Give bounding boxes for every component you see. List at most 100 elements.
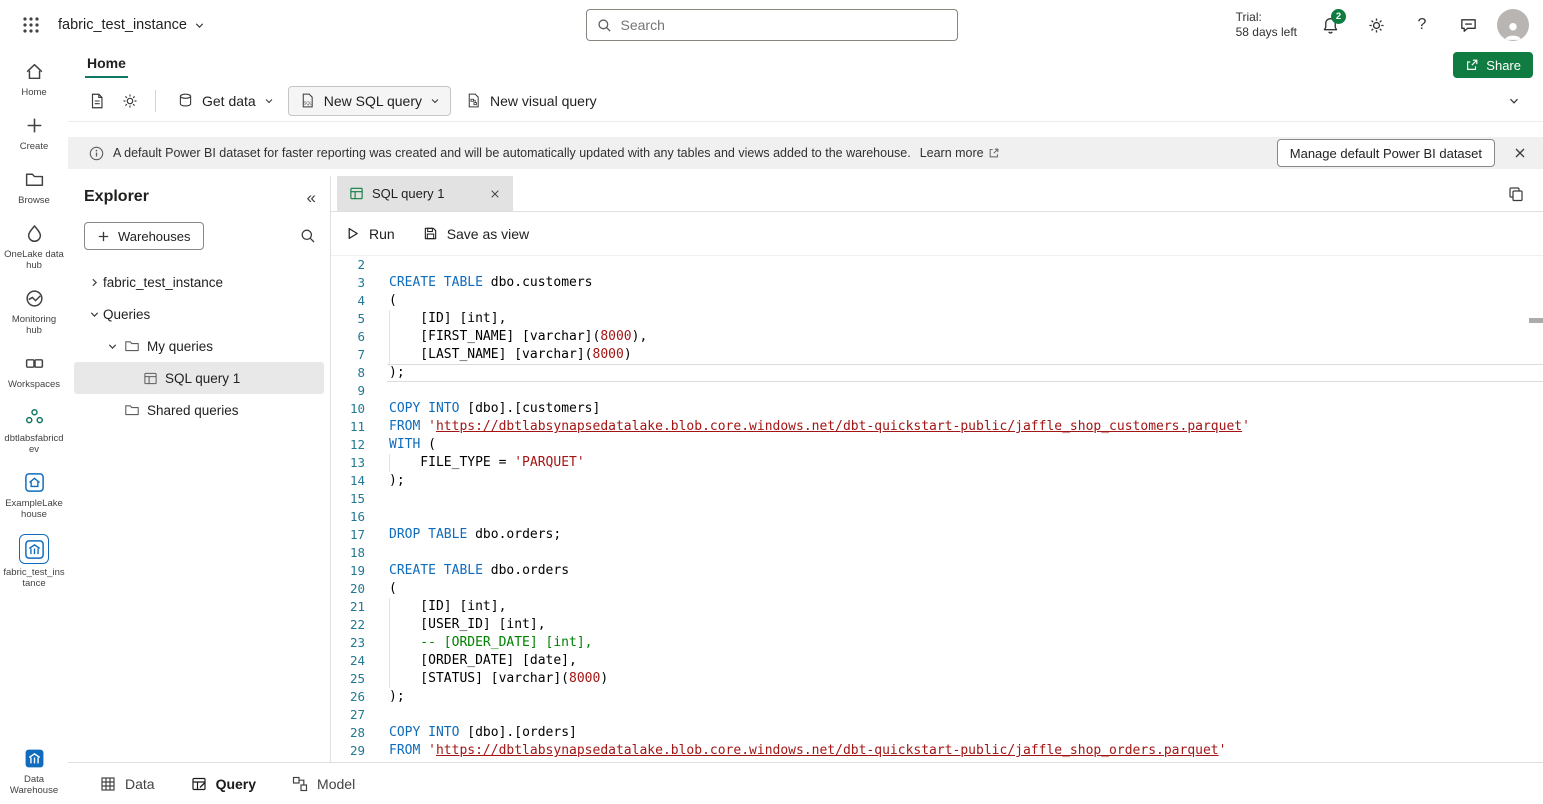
tree-item-queries[interactable]: Queries xyxy=(74,298,324,330)
rail-item-workspaces[interactable]: Workspaces xyxy=(1,350,67,390)
new-report-button[interactable] xyxy=(82,86,112,116)
code-line[interactable]: 16 xyxy=(331,508,1543,526)
rail-item-examplelakehouse[interactable]: ExampleLakehouse xyxy=(1,469,67,520)
code-line[interactable]: 24 [ORDER_DATE] [date], xyxy=(331,652,1543,670)
code-line[interactable]: 15 xyxy=(331,490,1543,508)
avatar[interactable] xyxy=(1497,9,1529,41)
view-tab-model[interactable]: Model xyxy=(292,776,355,792)
rail-item-create[interactable]: Create xyxy=(1,112,67,152)
help-button[interactable]: ? xyxy=(1405,8,1439,42)
banner-close-button[interactable] xyxy=(1507,140,1533,166)
tab-sql-query-1[interactable]: SQL query 1 xyxy=(337,176,513,211)
explorer-title: Explorer xyxy=(84,188,149,206)
workspaces-icon xyxy=(21,350,47,376)
feedback-button[interactable] xyxy=(1451,8,1485,42)
save-as-view-button[interactable]: Save as view xyxy=(423,226,529,242)
code-line[interactable]: 8 ); xyxy=(331,364,1543,382)
code-line[interactable]: 6 [FIRST_NAME] [varchar](8000), xyxy=(331,328,1543,346)
tree-item-label: fabric_test_instance xyxy=(103,275,223,290)
rail-item-dbtlabsfabricdev[interactable]: dbtlabsfabricdev xyxy=(1,404,67,455)
code-line[interactable]: 23 -- [ORDER_DATE] [int], xyxy=(331,634,1543,652)
code-line[interactable]: 28 COPY INTO [dbo].[orders] xyxy=(331,724,1543,742)
code-line[interactable]: 21 [ID] [int], xyxy=(331,598,1543,616)
code-line[interactable]: 10 COPY INTO [dbo].[customers] xyxy=(331,400,1543,418)
collapse-ribbon-button[interactable] xyxy=(1499,86,1529,116)
notifications-button[interactable]: 2 xyxy=(1313,8,1347,42)
code-line[interactable]: 27 xyxy=(331,706,1543,724)
get-data-button[interactable]: Get data xyxy=(166,86,285,116)
tab-home[interactable]: Home xyxy=(85,52,128,78)
rail-item-browse[interactable]: Browse xyxy=(1,166,67,206)
code-line[interactable]: 20 ( xyxy=(331,580,1543,598)
learn-more-link[interactable]: Learn more xyxy=(920,146,1000,160)
rail-item-data-warehouse[interactable]: Data Warehouse xyxy=(1,745,67,796)
code-line[interactable]: 22 [USER_ID] [int], xyxy=(331,616,1543,634)
tree-item-shared-queries[interactable]: Shared queries xyxy=(74,394,324,426)
code-line[interactable]: 19 CREATE TABLE dbo.orders xyxy=(331,562,1543,580)
code-line[interactable]: 2 xyxy=(331,256,1543,274)
duplicate-tab-button[interactable] xyxy=(1501,179,1531,209)
new-visual-query-button[interactable]: New visual query xyxy=(454,86,608,116)
editor-scrollbar[interactable] xyxy=(1529,256,1543,762)
manage-default-dataset-button[interactable]: Manage default Power BI dataset xyxy=(1277,139,1495,167)
settings-button[interactable] xyxy=(1359,8,1393,42)
browse-icon xyxy=(21,166,47,192)
share-label: Share xyxy=(1486,58,1521,73)
tab-close-button[interactable] xyxy=(485,184,505,204)
info-banner: A default Power BI dataset for faster re… xyxy=(68,137,1543,169)
scrollbar-thumb[interactable] xyxy=(1529,318,1543,323)
data-grid-icon xyxy=(100,776,116,792)
code-line[interactable]: 29 FROM 'https://dbtlabsynapsedatalake.b… xyxy=(331,742,1543,760)
help-icon: ? xyxy=(1418,16,1427,34)
code-text: FROM 'https://dbtlabsynapsedatalake.blob… xyxy=(387,418,1543,436)
code-line[interactable]: 4 ( xyxy=(331,292,1543,310)
share-button[interactable]: Share xyxy=(1453,52,1533,78)
folder-icon xyxy=(121,338,143,354)
code-line[interactable]: 13 FILE_TYPE = 'PARQUET' xyxy=(331,454,1543,472)
sql-code-editor[interactable]: 2 3 CREATE TABLE dbo.customers 4 ( 5 [ID… xyxy=(331,256,1543,762)
view-tab-query[interactable]: Query xyxy=(191,776,256,792)
rail-item-label: Home xyxy=(21,87,46,98)
code-line[interactable]: 18 xyxy=(331,544,1543,562)
code-line[interactable]: 3 CREATE TABLE dbo.customers xyxy=(331,274,1543,292)
workspace-switcher[interactable]: fabric_test_instance xyxy=(58,17,205,33)
tree-item-fabric-test-instance[interactable]: fabric_test_instance xyxy=(74,266,324,298)
view-tab-data[interactable]: Data xyxy=(100,776,155,792)
code-line[interactable]: 7 [LAST_NAME] [varchar](8000) xyxy=(331,346,1543,364)
code-line[interactable]: 5 [ID] [int], xyxy=(331,310,1543,328)
database-icon xyxy=(177,92,194,109)
run-button[interactable]: Run xyxy=(345,226,395,242)
code-line[interactable]: 26 ); xyxy=(331,688,1543,706)
line-number: 10 xyxy=(331,400,387,418)
line-number: 18 xyxy=(331,544,387,562)
rail-item-label: Browse xyxy=(18,195,50,206)
collapse-explorer-button[interactable]: « xyxy=(307,189,316,206)
explorer-search-button[interactable] xyxy=(300,228,316,244)
warehouse-settings-button[interactable] xyxy=(115,86,145,116)
new-sql-query-button[interactable]: SQL New SQL query xyxy=(288,86,451,116)
rail-item-home[interactable]: Home xyxy=(1,58,67,98)
rail-item-fabric-test-instance[interactable]: fabric_test_instance xyxy=(1,534,67,589)
rail-item-label: dbtlabsfabricdev xyxy=(3,433,65,455)
tree-item-sql-query-1[interactable]: SQL query 1 xyxy=(74,362,324,394)
code-line[interactable]: 9 xyxy=(331,382,1543,400)
search-box[interactable] xyxy=(586,9,958,41)
code-text: FILE_TYPE = 'PARQUET' xyxy=(387,454,1543,472)
app-launcher-button[interactable] xyxy=(14,8,48,42)
add-warehouses-button[interactable]: Warehouses xyxy=(84,222,204,250)
code-text: ); xyxy=(387,472,1543,490)
tree-item-my-queries[interactable]: My queries xyxy=(74,330,324,362)
view-tab-label: Query xyxy=(216,776,256,792)
chevron-down-icon xyxy=(194,20,205,31)
run-label: Run xyxy=(369,226,395,242)
code-line[interactable]: 11 FROM 'https://dbtlabsynapsedatalake.b… xyxy=(331,418,1543,436)
code-line[interactable]: 12 WITH ( xyxy=(331,436,1543,454)
editor-tabs-row: SQL query 1 xyxy=(331,176,1543,212)
line-number: 29 xyxy=(331,742,387,760)
rail-item-monitoring-hub[interactable]: Monitoring hub xyxy=(1,285,67,336)
code-line[interactable]: 17 DROP TABLE dbo.orders; xyxy=(331,526,1543,544)
search-input[interactable] xyxy=(621,17,947,33)
rail-item-onelake-data-hub[interactable]: OneLake data hub xyxy=(1,220,67,271)
code-line[interactable]: 25 [STATUS] [varchar](8000) xyxy=(331,670,1543,688)
code-line[interactable]: 14 ); xyxy=(331,472,1543,490)
